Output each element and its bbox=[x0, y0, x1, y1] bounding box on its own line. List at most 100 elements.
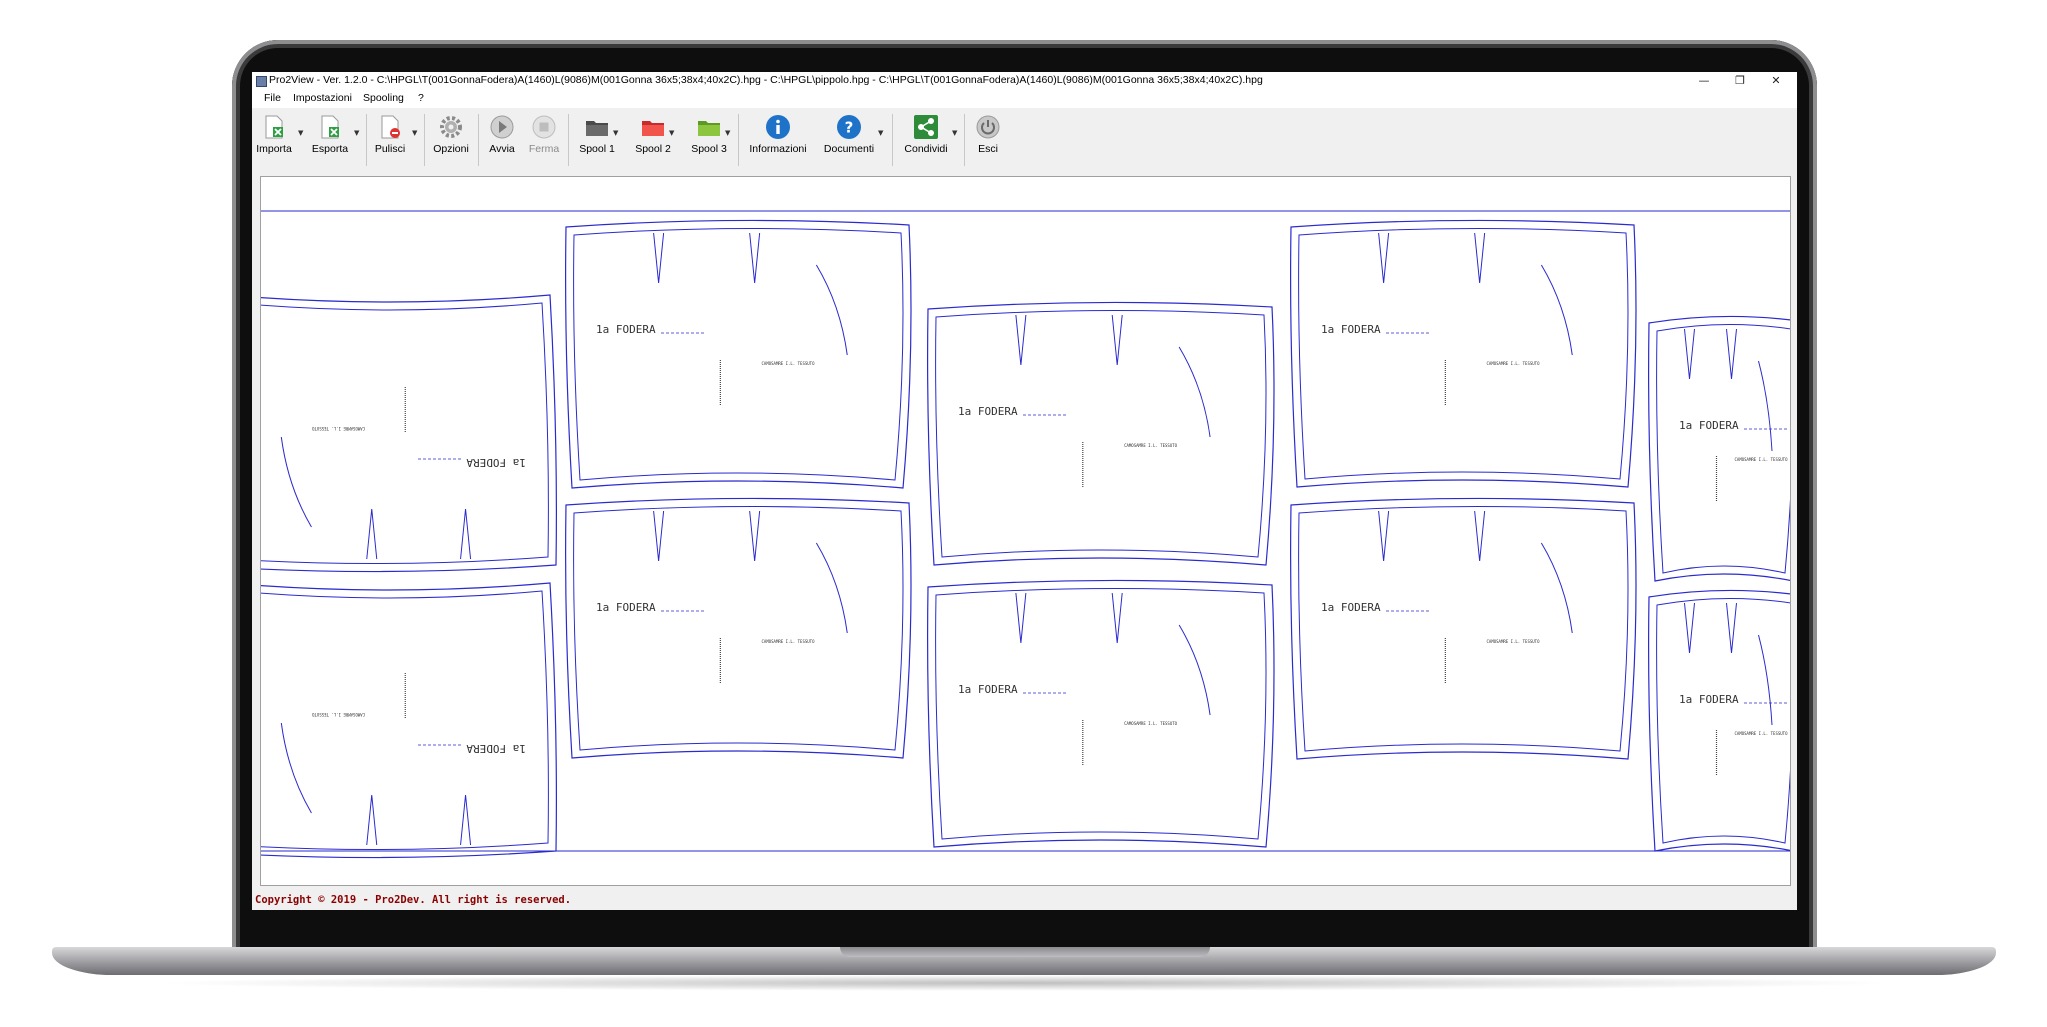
export-dropdown-icon[interactable]: ▼ bbox=[354, 129, 359, 137]
info-button[interactable]: Informazioni bbox=[742, 112, 814, 166]
dart bbox=[653, 232, 665, 284]
piece-outline bbox=[1648, 315, 1797, 582]
menu-impostazioni[interactable]: Impostazioni bbox=[293, 92, 352, 104]
side-curve bbox=[280, 436, 312, 528]
piece-label: 1a FODERA bbox=[1321, 323, 1381, 336]
spool2-label: Spool 2 bbox=[635, 143, 671, 155]
piece-label: 1a FODERA bbox=[958, 405, 1018, 418]
piece-note: CAMOSAMRE I.L. TESSUTO bbox=[311, 426, 365, 431]
menu-file[interactable]: File bbox=[264, 92, 281, 104]
piece-outline bbox=[1290, 219, 1637, 488]
piece-seam-line bbox=[252, 590, 549, 851]
close-button[interactable]: ✕ bbox=[1758, 72, 1794, 90]
import-button[interactable]: Importa bbox=[254, 112, 294, 166]
piece-label: 1a FODERA bbox=[1321, 601, 1381, 614]
spool1-label: Spool 1 bbox=[579, 143, 615, 155]
laptop-notch bbox=[840, 947, 1210, 957]
dart bbox=[1111, 592, 1123, 644]
menu-spooling[interactable]: Spooling bbox=[363, 92, 404, 104]
pattern-piece: 1a FODERA CAMOSAMRE I.L. TESSUTO bbox=[1648, 589, 1797, 852]
clean-button[interactable]: Pulisci bbox=[370, 112, 410, 166]
info-icon bbox=[766, 115, 790, 139]
dart bbox=[1474, 232, 1486, 284]
menu-bar: File Impostazioni Spooling ? bbox=[252, 90, 1797, 108]
exit-label: Esci bbox=[978, 143, 998, 155]
toolbar-separator bbox=[964, 114, 965, 166]
toolbar-separator bbox=[424, 114, 425, 166]
exit-button[interactable]: Esci bbox=[968, 112, 1008, 166]
toolbar-separator bbox=[568, 114, 569, 166]
piece-label: 1a FODERA bbox=[1679, 693, 1739, 706]
spool3-label: Spool 3 bbox=[691, 143, 727, 155]
share-dropdown-icon[interactable]: ▼ bbox=[952, 129, 957, 137]
documents-dropdown-icon[interactable]: ▼ bbox=[878, 129, 883, 137]
import-dropdown-icon[interactable]: ▼ bbox=[298, 129, 303, 137]
side-curve bbox=[1758, 360, 1773, 452]
piece-outline bbox=[565, 219, 912, 489]
piece-note: CAMOSAMRE I.L. TESSUTO bbox=[1124, 443, 1178, 448]
spool1-button[interactable]: Spool 1 bbox=[572, 112, 622, 166]
title-bar: Pro2View - Ver. 1.2.0 - C:\HPGL\T(001Gon… bbox=[252, 72, 1797, 90]
piece-outline bbox=[927, 301, 1275, 566]
pattern-piece: 1a FODERA CAMOSAMRE I.L. TESSUTO bbox=[927, 579, 1275, 848]
minimize-button[interactable]: — bbox=[1686, 72, 1722, 90]
piece-outline bbox=[927, 579, 1275, 848]
power-icon bbox=[976, 115, 1000, 139]
spool2-button[interactable]: Spool 2 bbox=[628, 112, 678, 166]
dart bbox=[460, 794, 472, 846]
spool2-dropdown-icon[interactable]: ▼ bbox=[669, 129, 674, 137]
start-button[interactable]: Avvia bbox=[482, 112, 522, 166]
dart bbox=[366, 794, 378, 846]
start-label: Avvia bbox=[489, 143, 515, 155]
dart bbox=[1015, 592, 1027, 644]
options-button[interactable]: Opzioni bbox=[428, 112, 474, 166]
plot-canvas[interactable]: 1a FODERA CAMOSAMRE I.L. TESSUTO 1a FODERA… bbox=[252, 176, 1797, 886]
piece-outline bbox=[565, 497, 912, 759]
play-icon bbox=[490, 115, 514, 139]
pattern-piece: 1a FODERA CAMOSAMRE I.L. TESSUTO bbox=[252, 294, 557, 573]
piece-note: CAMOSAMRE I.L. TESSUTO bbox=[311, 712, 365, 717]
piece-note: CAMOSAMRE I.L. TESSUTO bbox=[1735, 731, 1789, 736]
piece-outline bbox=[252, 294, 557, 573]
pattern-piece: 1a FODERA CAMOSAMRE I.L. TESSUTO bbox=[1290, 219, 1637, 488]
share-label: Condividi bbox=[904, 143, 948, 155]
clean-dropdown-icon[interactable]: ▼ bbox=[412, 129, 417, 137]
folder-icon bbox=[642, 121, 664, 136]
piece-label: 1a FODERA bbox=[958, 683, 1018, 696]
piece-note: CAMOSAMRE I.L. TESSUTO bbox=[1487, 639, 1541, 644]
import-label: Importa bbox=[256, 143, 292, 155]
side-curve bbox=[1178, 346, 1211, 438]
export-button[interactable]: Esporta bbox=[310, 112, 350, 166]
piece-note: CAMOSAMRE I.L. TESSUTO bbox=[762, 639, 816, 644]
piece-seam-line bbox=[252, 302, 549, 565]
piece-seam-line bbox=[1656, 323, 1794, 574]
app-icon bbox=[256, 76, 267, 87]
dart bbox=[749, 232, 761, 284]
share-button[interactable]: Condividi bbox=[896, 112, 956, 166]
pattern-piece: 1a FODERA CAMOSAMRE I.L. TESSUTO bbox=[927, 301, 1275, 566]
piece-seam-line bbox=[573, 505, 904, 751]
documents-button[interactable]: ? Documenti bbox=[816, 112, 882, 166]
stop-button[interactable]: Ferma bbox=[524, 112, 564, 166]
spool3-button[interactable]: Spool 3 bbox=[684, 112, 734, 166]
dart bbox=[460, 508, 472, 560]
piece-label: 1a FODERA bbox=[466, 456, 526, 469]
dart bbox=[1378, 232, 1390, 284]
spool3-dropdown-icon[interactable]: ▼ bbox=[725, 129, 730, 137]
info-label: Informazioni bbox=[749, 143, 807, 155]
import-icon bbox=[265, 115, 283, 139]
spool1-dropdown-icon[interactable]: ▼ bbox=[613, 129, 618, 137]
pattern-piece: 1a FODERA CAMOSAMRE I.L. TESSUTO bbox=[1648, 315, 1797, 582]
dart bbox=[1684, 328, 1695, 380]
maximize-button[interactable]: ❐ bbox=[1722, 72, 1758, 90]
svg-text:?: ? bbox=[845, 119, 854, 137]
piece-note: CAMOSAMRE I.L. TESSUTO bbox=[1124, 721, 1178, 726]
piece-label: 1a FODERA bbox=[596, 601, 656, 614]
menu-help[interactable]: ? bbox=[418, 92, 424, 104]
toolbar-separator bbox=[738, 114, 739, 166]
piece-seam-line bbox=[573, 227, 904, 481]
piece-note: CAMOSAMRE I.L. TESSUTO bbox=[762, 361, 816, 366]
dart bbox=[1474, 510, 1486, 562]
options-label: Opzioni bbox=[433, 143, 469, 155]
side-curve bbox=[1178, 624, 1211, 716]
